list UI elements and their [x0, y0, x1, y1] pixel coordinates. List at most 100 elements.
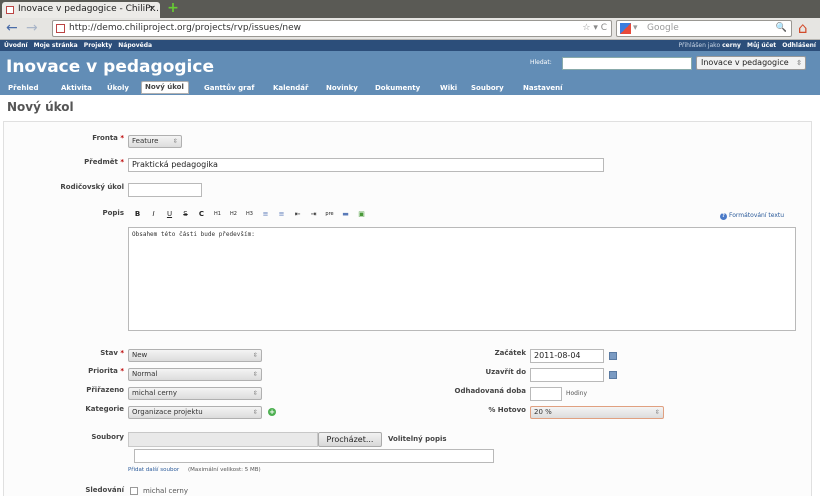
top-menu-item-my-account[interactable]: Můj účet — [747, 42, 776, 49]
file-path-input[interactable] — [128, 432, 318, 447]
home-icon[interactable]: ⌂ — [798, 20, 808, 36]
parent-task-label: Rodičovský úkol — [60, 183, 124, 191]
select-arrows-icon: ⇳ — [252, 352, 258, 359]
tab-calendar[interactable]: Kalendář — [269, 81, 312, 95]
description-textarea[interactable]: Obsahem této části bude především: — [128, 227, 796, 331]
heading3-icon[interactable]: H3 — [244, 209, 255, 220]
optional-description-label: Volitelný popis — [388, 435, 447, 443]
calendar-icon[interactable] — [609, 371, 617, 379]
tab-activity[interactable]: Aktivita — [57, 81, 96, 95]
parent-task-input[interactable] — [128, 183, 202, 197]
browser-search-input[interactable]: ▾ Google 🔍 — [616, 20, 792, 37]
due-date-input[interactable] — [530, 368, 604, 382]
tab-close-icon[interactable]: × — [148, 2, 156, 17]
assignee-value: michal cerny — [132, 389, 177, 397]
heading1-icon[interactable]: H1 — [212, 209, 223, 220]
url-controls[interactable]: ☆ ▾ C — [582, 21, 607, 36]
estimated-time-input[interactable] — [530, 387, 562, 401]
assignee-select[interactable]: michal cerny ⇳ — [128, 387, 262, 400]
link-icon[interactable]: ▬ — [340, 209, 351, 220]
logged-in-user[interactable]: cerny — [722, 42, 741, 49]
tab-files[interactable]: Soubory — [467, 81, 508, 95]
add-another-file-link[interactable]: Přidat další soubor — [128, 467, 179, 473]
image-icon[interactable]: ▣ — [356, 209, 367, 220]
tracker-label: Fronta * — [92, 134, 124, 142]
top-menu-item-projects[interactable]: Projekty — [84, 42, 112, 49]
calendar-icon[interactable] — [609, 352, 617, 360]
browse-button[interactable]: Procházet... — [318, 432, 382, 447]
code-icon[interactable]: C — [196, 209, 207, 220]
tab-issues[interactable]: Úkoly — [103, 81, 133, 95]
hours-label: Hodiny — [566, 390, 588, 397]
status-select[interactable]: New ⇳ — [128, 349, 262, 362]
done-ratio-label: % Hotovo — [488, 406, 526, 414]
project-jump-select[interactable]: Inovace v pedagogice ⇳ — [696, 56, 806, 70]
top-menu-item-help[interactable]: Nápověda — [118, 42, 152, 49]
browser-tabstrip: Inovace v pedagogice - ChiliPr... × + — [0, 0, 820, 18]
quote-icon[interactable]: ⇤ — [292, 209, 303, 220]
heading2-icon[interactable]: H2 — [228, 209, 239, 220]
tracker-select[interactable]: Feature ⇳ — [128, 135, 182, 148]
url-bar[interactable]: http://demo.chiliproject.org/projects/rv… — [52, 20, 612, 37]
select-arrows-icon: ⇳ — [796, 59, 802, 67]
done-ratio-select[interactable]: 20 % ⇳ — [530, 406, 664, 419]
top-menu: Úvodní Moje stránka Projekty Nápověda Př… — [0, 40, 820, 51]
favicon-icon — [6, 6, 14, 14]
browser-window: { "browser": { "tab_title": "Inovace v p… — [0, 0, 820, 496]
forward-arrow-icon[interactable]: → — [26, 21, 38, 35]
description-label: Popis — [102, 209, 124, 217]
search-icon[interactable]: 🔍 — [776, 21, 787, 36]
select-arrows-icon: ⇳ — [172, 138, 178, 145]
top-menu-item-logout[interactable]: Odhlášení — [782, 42, 816, 49]
main-menu: Přehled Aktivita Úkoly Nový úkol Ganttův… — [0, 81, 820, 95]
select-arrows-icon: ⇳ — [654, 409, 660, 416]
back-arrow-icon[interactable]: ← — [6, 21, 18, 35]
preformatted-icon[interactable]: pre — [324, 209, 335, 220]
search-label: Hledat: — [530, 59, 552, 66]
subject-input[interactable]: Praktická pedagogika — [128, 158, 604, 172]
browser-tab[interactable]: Inovace v pedagogice - ChiliPr... × — [2, 2, 160, 18]
category-label: Kategorie — [85, 405, 124, 413]
start-date-input[interactable]: 2011-08-04 — [530, 349, 604, 363]
strikethrough-icon[interactable]: S — [180, 209, 191, 220]
unquote-icon[interactable]: ⇥ — [308, 209, 319, 220]
search-engine-arrow-icon[interactable]: ▾ — [633, 21, 638, 36]
tab-new-issue[interactable]: Nový úkol — [141, 81, 189, 94]
tab-news[interactable]: Novinky — [322, 81, 362, 95]
bold-icon[interactable]: B — [132, 209, 143, 220]
watcher-name: michal cerny — [143, 487, 188, 495]
tab-documents[interactable]: Dokumenty — [371, 81, 424, 95]
content-area: Nový úkol Fronta * Feature ⇳ Předmět * Pr… — [0, 95, 820, 496]
tab-overview[interactable]: Přehled — [4, 81, 42, 95]
subject-label: Předmět * — [84, 158, 124, 166]
done-ratio-value: 20 % — [534, 408, 552, 416]
top-menu-item-home[interactable]: Úvodní — [4, 42, 28, 49]
watchers-label: Sledování — [85, 486, 124, 494]
search-engine-icon[interactable] — [620, 23, 631, 34]
status-value: New — [132, 351, 148, 359]
assignee-label: Přiřazeno — [86, 386, 124, 394]
underline-icon[interactable]: U — [164, 209, 175, 220]
new-tab-icon[interactable]: + — [166, 1, 180, 16]
project-title: Inovace v pedagogice — [6, 57, 214, 77]
file-description-input[interactable] — [134, 449, 494, 463]
priority-value: Normal — [132, 370, 158, 378]
select-arrows-icon: ⇳ — [252, 409, 258, 416]
watcher-checkbox[interactable] — [130, 487, 138, 495]
site-favicon-icon — [56, 24, 65, 33]
priority-select[interactable]: Normal ⇳ — [128, 368, 262, 381]
ordered-list-icon[interactable]: ≡ — [276, 209, 287, 220]
start-date-label: Začátek — [494, 349, 526, 357]
tab-gantt[interactable]: Ganttův graf — [200, 81, 258, 95]
formatting-help-link[interactable]: ? Formátování textu — [720, 212, 784, 220]
select-arrows-icon: ⇳ — [252, 390, 258, 397]
unordered-list-icon[interactable]: ≡ — [260, 209, 271, 220]
top-menu-item-my-page[interactable]: Moje stránka — [34, 42, 78, 49]
italic-icon[interactable]: I — [148, 209, 159, 220]
add-category-icon[interactable]: + — [268, 408, 276, 416]
logged-in-label: Přihlášen jako — [678, 42, 721, 49]
tab-wiki[interactable]: Wiki — [436, 81, 461, 95]
tab-settings[interactable]: Nastavení — [519, 81, 567, 95]
category-select[interactable]: Organizace projektu ⇳ — [128, 406, 262, 419]
project-search-input[interactable] — [562, 57, 692, 70]
